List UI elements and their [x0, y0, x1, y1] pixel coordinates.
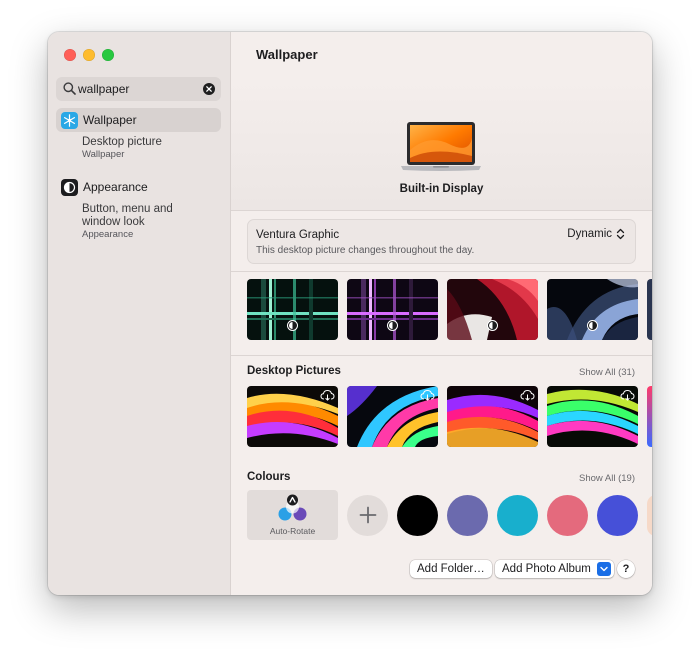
search-field[interactable] — [56, 77, 221, 101]
add-photo-album-label: Add Photo Album — [502, 563, 591, 575]
wallpaper-name: Ventura Graphic — [256, 229, 340, 241]
display-preview: Built-in Display — [231, 78, 652, 211]
wallpaper-thumbnail[interactable] — [647, 386, 652, 447]
current-wallpaper-panel: Ventura Graphic This desktop picture cha… — [247, 219, 636, 264]
add-folder-button[interactable]: Add Folder… — [410, 560, 492, 578]
wallpaper-description: This desktop picture changes throughout … — [256, 245, 475, 256]
wallpaper-thumbnail[interactable] — [447, 279, 538, 340]
divider — [231, 271, 652, 272]
wallpaper-thumbnail[interactable] — [247, 386, 338, 447]
search-icon — [63, 82, 76, 95]
search-result-appearance[interactable]: Appearance Button, menu and window look … — [56, 175, 221, 241]
zoom-window-button[interactable] — [102, 49, 114, 61]
result-category: Appearance — [82, 229, 134, 240]
sidebar: Wallpaper Desktop picture Wallpaper Appe… — [48, 32, 231, 595]
main-pane: Wallpaper Built-in Display Ventura Graph… — [231, 32, 652, 595]
wallpaper-thumbnail[interactable] — [647, 279, 652, 340]
colours-heading: Colours — [247, 471, 291, 483]
dynamic-badge-icon — [387, 320, 398, 331]
add-folder-label: Add Folder… — [417, 563, 485, 575]
desktop-pictures-heading: Desktop Pictures — [247, 365, 341, 377]
colour-swatch-peach[interactable] — [647, 494, 652, 536]
page-title: Wallpaper — [256, 47, 318, 62]
laptop-display-icon — [401, 122, 481, 171]
wallpaper-thumbnail[interactable] — [347, 386, 438, 447]
search-input[interactable] — [78, 79, 196, 99]
settings-window: Wallpaper Desktop picture Wallpaper Appe… — [48, 32, 652, 595]
wallpaper-thumbnail[interactable] — [547, 279, 638, 340]
download-cloud-icon — [420, 389, 435, 401]
sidebar-item-label: Wallpaper — [83, 113, 137, 127]
search-result-wallpaper[interactable]: Wallpaper Desktop picture Wallpaper — [56, 108, 221, 161]
wallpaper-thumbnail[interactable] — [247, 279, 338, 340]
wallpaper-thumbnail[interactable] — [347, 279, 438, 340]
colours-show-all-link[interactable]: Show All (19) — [579, 473, 635, 484]
dynamic-badge-icon — [287, 320, 298, 331]
add-colour-button[interactable] — [347, 494, 388, 536]
auto-rotate-label: Auto-Rotate — [269, 526, 316, 536]
close-window-button[interactable] — [64, 49, 76, 61]
up-down-chevron-icon — [616, 228, 625, 240]
clear-search-icon[interactable] — [203, 83, 215, 95]
colour-swatch-blue[interactable] — [597, 494, 638, 536]
dynamic-wallpapers-row — [247, 279, 652, 340]
auto-rotate-tile[interactable]: Auto-Rotate — [247, 490, 338, 540]
result-subtitle[interactable]: Desktop picture — [82, 136, 192, 149]
wallpaper-mode-value: Dynamic — [567, 228, 612, 240]
colours-row: Auto-Rotate — [247, 490, 652, 540]
download-cloud-icon — [320, 389, 335, 401]
wallpaper-thumbnail[interactable] — [447, 386, 538, 447]
result-category: Wallpaper — [82, 149, 125, 160]
add-photo-album-button[interactable]: Add Photo Album — [495, 560, 614, 578]
help-button[interactable]: ? — [617, 560, 635, 578]
colour-swatch-purple[interactable] — [447, 494, 488, 536]
divider — [231, 355, 652, 356]
colour-swatch-pink[interactable] — [547, 494, 588, 536]
sidebar-item-appearance[interactable]: Appearance — [56, 175, 221, 199]
window-controls — [64, 49, 114, 61]
dropdown-chevron-icon — [596, 562, 611, 576]
wallpaper-thumbnail[interactable] — [547, 386, 638, 447]
download-cloud-icon — [620, 389, 635, 401]
auto-rotate-icon — [278, 494, 307, 521]
wallpaper-mode-select[interactable]: Dynamic — [567, 228, 625, 240]
display-name: Built-in Display — [399, 183, 484, 195]
minimize-window-button[interactable] — [83, 49, 95, 61]
dynamic-badge-icon — [587, 320, 598, 331]
result-subtitle[interactable]: Button, menu and window look — [82, 203, 192, 229]
snowflake-icon — [61, 111, 78, 129]
desktop-pictures-show-all-link[interactable]: Show All (31) — [579, 367, 635, 378]
colour-swatch-cyan[interactable] — [497, 494, 538, 536]
desktop-pictures-row — [247, 386, 652, 447]
dynamic-badge-icon — [487, 320, 498, 331]
plus-icon — [359, 506, 376, 524]
sidebar-item-wallpaper[interactable]: Wallpaper — [56, 108, 221, 132]
appearance-icon — [61, 178, 78, 196]
colour-swatch-black[interactable] — [397, 494, 438, 536]
sidebar-item-label: Appearance — [83, 180, 148, 194]
download-cloud-icon — [520, 389, 535, 401]
